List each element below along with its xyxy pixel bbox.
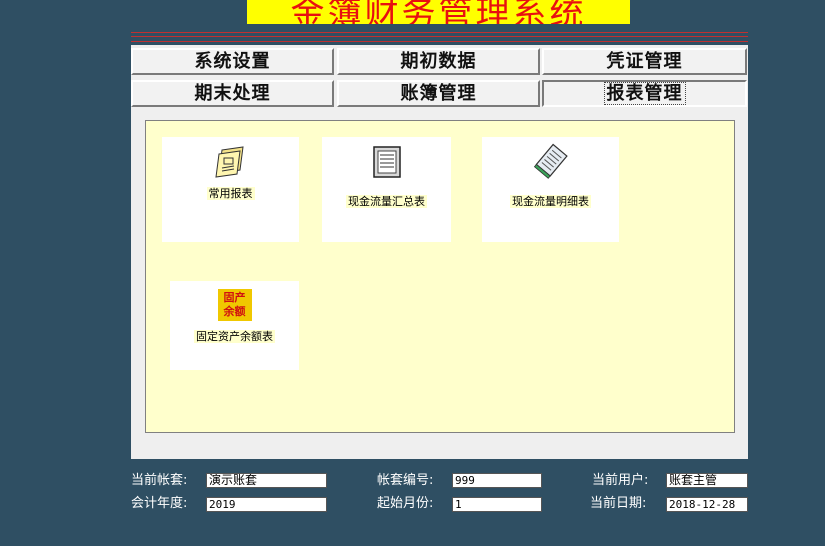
- current-date-field: 2018-12-28: [666, 497, 748, 512]
- report-document-icon: [213, 145, 249, 179]
- current-user-label: 当前用户:: [592, 473, 649, 489]
- tab-period-end[interactable]: 期末处理: [131, 80, 334, 107]
- tab-report-management[interactable]: 报表管理: [542, 80, 747, 107]
- tab-system-settings[interactable]: 系统设置: [131, 48, 334, 75]
- tab-label: 账簿管理: [400, 83, 477, 104]
- tab-label: 系统设置: [194, 51, 271, 72]
- app-title: 金簿财务管理系统: [290, 0, 587, 24]
- account-set-field: 演示账套: [206, 473, 327, 488]
- report-tile-fixed-asset-balance[interactable]: 固产 余额 固定资产余额表: [170, 281, 299, 370]
- report-content-area: 常用报表 现金流量汇总表 现金流量明细表 固产 余额 固定资产余额表: [145, 120, 735, 433]
- divider-line: [131, 36, 748, 37]
- report-tile-label: 固定资产余额表: [194, 330, 275, 343]
- account-set-label: 当前帐套:: [131, 473, 188, 489]
- tab-label: 期初数据: [400, 51, 477, 72]
- notebook-icon: [533, 143, 569, 179]
- tab-voucher-management[interactable]: 凭证管理: [542, 48, 747, 75]
- tab-label: 凭证管理: [606, 51, 683, 72]
- report-tile-label: 常用报表: [206, 187, 255, 200]
- report-tile-cash-flow-summary[interactable]: 现金流量汇总表: [322, 137, 451, 242]
- account-no-field: 999: [452, 473, 542, 488]
- report-tile-cash-flow-detail[interactable]: 现金流量明细表: [482, 137, 619, 242]
- tab-opening-data[interactable]: 期初数据: [337, 48, 540, 75]
- notepad-icon: [370, 145, 404, 179]
- tab-ledger-management[interactable]: 账簿管理: [337, 80, 540, 107]
- report-tile-common-reports[interactable]: 常用报表: [162, 137, 299, 242]
- start-month-label: 起始月份:: [377, 496, 434, 512]
- start-month-field: 1: [452, 497, 542, 512]
- app-title-banner: 金簿财务管理系统: [247, 0, 630, 24]
- fixed-asset-balance-icon: 固产 余额: [217, 289, 252, 321]
- main-panel: 系统设置 期初数据 凭证管理 期末处理 账簿管理 报表管理 常用报表 现金流量汇…: [131, 27, 748, 459]
- report-tile-label: 现金流量明细表: [510, 195, 591, 208]
- fiscal-year-field: 2019: [206, 497, 327, 512]
- tab-label: 报表管理: [603, 82, 686, 105]
- fiscal-year-label: 会计年度:: [131, 496, 188, 512]
- account-no-label: 帐套编号:: [377, 473, 434, 489]
- report-tile-label: 现金流量汇总表: [346, 195, 427, 208]
- tab-label: 期末处理: [194, 83, 271, 104]
- divider-line: [131, 32, 748, 33]
- icon-text: 余额: [223, 305, 246, 318]
- current-user-field: 账套主管: [666, 473, 748, 488]
- divider-line: [131, 41, 748, 42]
- current-date-label: 当前日期:: [590, 496, 647, 512]
- icon-text: 固产: [223, 291, 246, 304]
